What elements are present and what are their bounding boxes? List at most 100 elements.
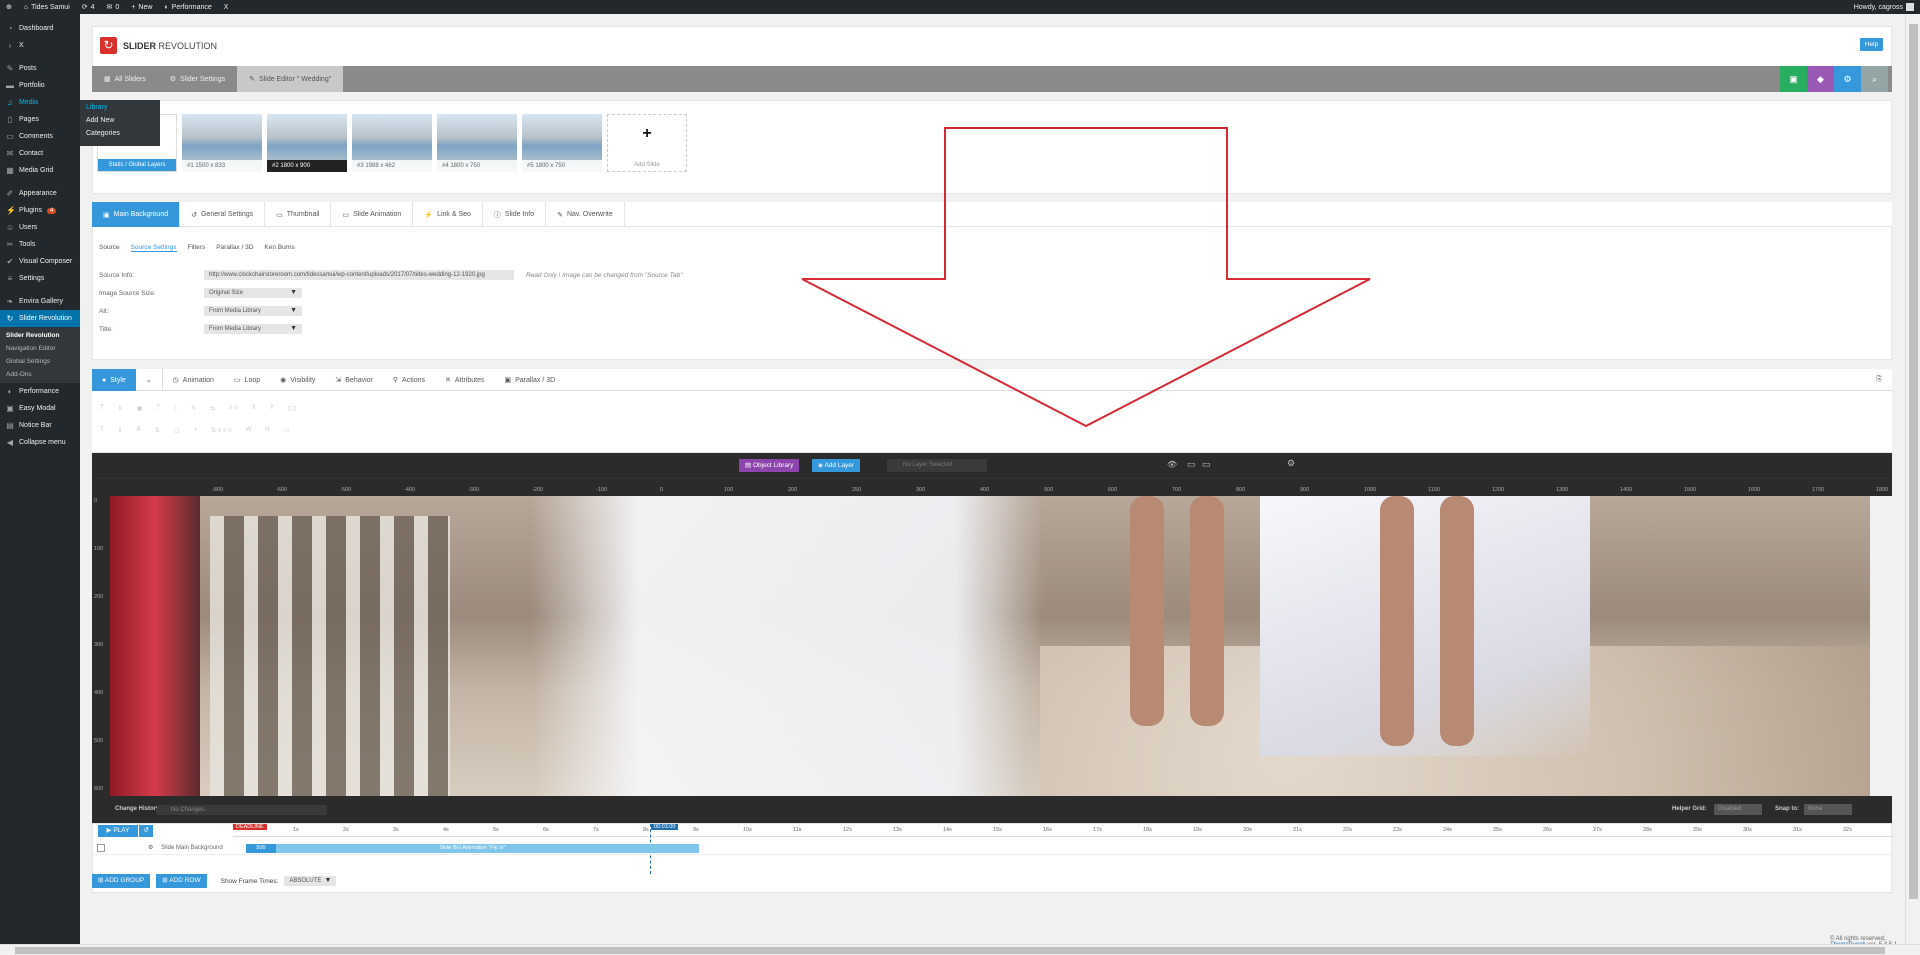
tab-general-settings[interactable]: ↺ General Settings	[180, 202, 266, 227]
new-content-link[interactable]: + New	[125, 0, 158, 14]
scroll-thumb[interactable]	[15, 947, 1885, 954]
object-library-button[interactable]: ▤ Object Library	[739, 459, 800, 472]
tab-attributes[interactable]: ✕ Attributes	[435, 369, 494, 391]
slide-thumb-2[interactable]: #2 1800 x 900	[267, 114, 347, 172]
grid-icon: ▦	[104, 76, 111, 83]
tab-all-sliders[interactable]: ▦ All Sliders	[92, 66, 158, 92]
tab-behavior[interactable]: ⇲ Behavior	[325, 369, 383, 391]
settings-button[interactable]: ⚙	[1834, 66, 1861, 92]
slide-thumb-5[interactable]: #5 1800 x 750	[522, 114, 602, 172]
tab-nav-overwrite[interactable]: ✎ Nav. Overwrite	[546, 202, 625, 227]
site-name[interactable]: ⌂ Tides Samui	[18, 0, 76, 14]
flyout-categories[interactable]: Categories	[86, 130, 154, 143]
slide-thumb-3[interactable]: #3 1988 x 462	[352, 114, 432, 172]
tab-thumbnail[interactable]: ▭ Thumbnail	[265, 202, 332, 227]
flyout-library[interactable]: Library	[86, 104, 154, 117]
comments-link[interactable]: ✉ 0	[101, 0, 126, 14]
scroll-thumb[interactable]	[1909, 24, 1918, 899]
submenu-slider-revolution[interactable]: Slider Revolution	[0, 329, 80, 342]
tab-animation[interactable]: ◷ Animation	[163, 369, 224, 391]
flyout-add-new[interactable]: Add New	[86, 117, 154, 130]
subtab-source-settings[interactable]: Source Settings	[130, 244, 177, 252]
sidebar-item-appearance[interactable]: ✐ Appearance	[0, 185, 80, 202]
sidebar-item-contact[interactable]: ✉ Contact	[0, 145, 80, 162]
bg-animation-bar[interactable]: 500 Slide BG Animation "Fly In"	[246, 844, 699, 853]
wp-logo-icon[interactable]: ⊕	[0, 0, 18, 14]
subtab-filters[interactable]: Filters	[188, 244, 206, 252]
slide-thumb-1[interactable]: #1 1500 x 833	[182, 114, 262, 172]
image-size-select[interactable]: Original Size ▼	[204, 288, 302, 298]
sidebar-item-notice-bar[interactable]: ▤ Notice Bar	[0, 417, 80, 434]
tab-loop[interactable]: ▭ Loop	[224, 369, 270, 391]
alt-select[interactable]: From Media Library ▼	[204, 306, 302, 316]
layer-select[interactable]: No Layer Selected	[887, 459, 987, 472]
tab-slide-info[interactable]: ⓘ Slide Info	[483, 202, 547, 227]
performance-link[interactable]: ◐ Performance	[158, 0, 217, 14]
tools-icon[interactable]: ⚙	[1287, 458, 1295, 469]
snap-select[interactable]: None	[1804, 804, 1852, 815]
tab-visibility[interactable]: ◉ Visibility	[270, 369, 325, 391]
add-row-button[interactable]: ⊞ ADD ROW	[156, 874, 207, 888]
gear-icon[interactable]: ⚙	[148, 844, 153, 851]
tab-style[interactable]: ● Style	[92, 369, 136, 391]
attach-button[interactable]: ⎘	[1866, 369, 1892, 391]
sidebar-item-slider-revolution[interactable]: ↻ Slider Revolution	[0, 310, 80, 327]
help-button[interactable]: Help	[1860, 38, 1883, 51]
vertical-scrollbar[interactable]	[1905, 14, 1920, 944]
title-select[interactable]: From Media Library ▼	[204, 324, 302, 334]
tab-slide-animation[interactable]: ▭ Slide Animation	[331, 202, 414, 227]
sidebar-item-visual-composer[interactable]: ✔ Visual Composer	[0, 253, 80, 270]
style-dropdown[interactable]: ⌄	[136, 369, 163, 391]
sidebar-item-users[interactable]: ☺ Users	[0, 219, 80, 236]
x-link[interactable]: X	[218, 0, 235, 14]
subtab-source[interactable]: Source	[99, 244, 120, 252]
tab-parallax[interactable]: ▣ Parallax / 3D	[494, 369, 565, 391]
submenu-navigation-editor[interactable]: Navigation Editor	[0, 342, 80, 355]
sidebar-item-settings[interactable]: ≡ Settings	[0, 270, 80, 287]
howdy-user[interactable]: Howdy, cagross	[1848, 0, 1920, 14]
submenu-add-ons[interactable]: Add-Ons	[0, 368, 80, 381]
helper-grid-select[interactable]: Disabled	[1714, 804, 1762, 815]
sidebar-item-media-grid[interactable]: ▦ Media Grid	[0, 162, 80, 179]
sidebar-item-pages[interactable]: ▯ Pages	[0, 111, 80, 128]
add-slide-button[interactable]: + Add Slide	[607, 114, 687, 172]
save-button[interactable]: ▣	[1780, 66, 1807, 92]
preview-button[interactable]: ◆	[1807, 66, 1834, 92]
tab-link-seo[interactable]: ⚡ Link & Seo	[413, 202, 483, 227]
tab-actions[interactable]: ⚲ Actions	[383, 369, 435, 391]
time-marker[interactable]: 00:03.00	[651, 824, 679, 830]
subtab-ken-burns[interactable]: Ken Burns	[264, 244, 294, 252]
updates-link[interactable]: ⟳ 4	[76, 0, 101, 14]
tab-slide-editor[interactable]: ✎ Slide Editor " Wedding"	[237, 66, 344, 92]
play-button[interactable]: ▶ PLAY	[98, 825, 138, 837]
desktop-icon[interactable]: ▭	[1187, 459, 1196, 470]
sidebar-item-plugins[interactable]: ⚡ Plugins 4	[0, 202, 80, 219]
sidebar-item-easy-modal[interactable]: ▣ Easy Modal	[0, 400, 80, 417]
sidebar-item-performance[interactable]: ◐ Performance	[0, 383, 80, 400]
sidebar-item-media[interactable]: ♫ Media	[0, 94, 80, 111]
visibility-icon[interactable]: 👁	[1167, 460, 1177, 469]
add-group-button[interactable]: ⊞ ADD GROUP	[92, 874, 151, 888]
sidebar-item-posts[interactable]: ✎ Posts	[0, 60, 80, 77]
loop-button[interactable]: ↺	[139, 825, 153, 837]
add-layer-button[interactable]: ◈ Add Layer	[812, 459, 861, 472]
tab-main-background[interactable]: ▣ Main Background	[92, 202, 181, 227]
tab-slider-settings[interactable]: ⚙ Slider Settings	[158, 66, 237, 92]
search-button[interactable]: ⌕	[1861, 66, 1888, 92]
history-select[interactable]: No Changes.	[157, 805, 327, 815]
notebook-icon[interactable]: ▭	[1202, 459, 1211, 470]
slide-thumb-4[interactable]: #4 1800 x 750	[437, 114, 517, 172]
submenu-global-settings[interactable]: Global Settings	[0, 355, 80, 368]
sidebar-item-tools[interactable]: ✂ Tools	[0, 236, 80, 253]
track-checkbox[interactable]	[97, 844, 105, 852]
frame-times-select[interactable]: ABSOLUTE ▼	[284, 876, 337, 886]
sidebar-item-collapse[interactable]: ◀ Collapse menu	[0, 434, 80, 451]
sidebar-item-portfolio[interactable]: ▬ Portfolio	[0, 77, 80, 94]
subtab-parallax[interactable]: Parallax / 3D	[216, 244, 253, 252]
slide-stage[interactable]	[110, 496, 1870, 796]
sidebar-item-comments[interactable]: ▭ Comments	[0, 128, 80, 145]
horizontal-scrollbar[interactable]	[0, 944, 1920, 955]
sidebar-item-envira[interactable]: ❧ Envira Gallery	[0, 293, 80, 310]
sidebar-item-dashboard[interactable]: ◔ Dashboard	[0, 20, 80, 37]
sidebar-item-x[interactable]: › X	[0, 37, 80, 54]
